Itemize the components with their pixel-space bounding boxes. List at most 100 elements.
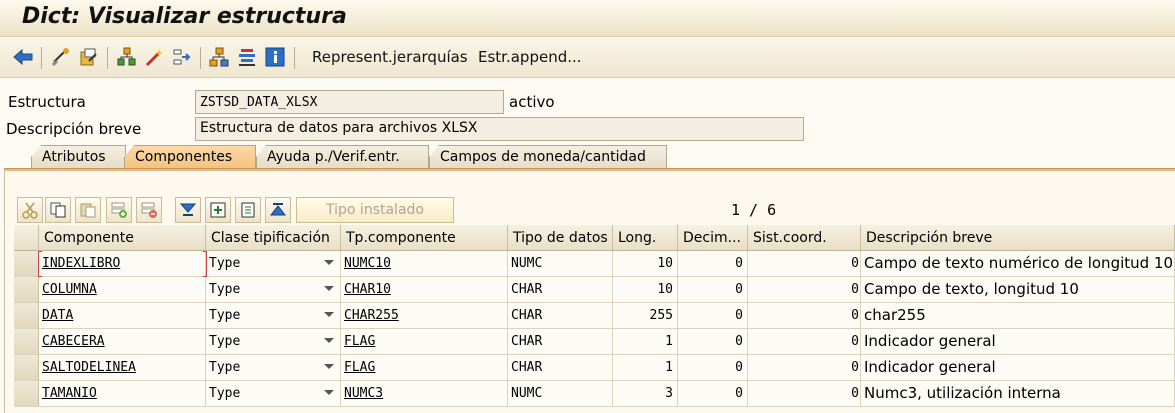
length-cell: 1 [613,329,678,355]
components-table: Componente Clase tipificación Tp.compone… [14,225,1175,413]
tab-components[interactable]: Componentes [124,145,256,169]
data-type-cell: CHAR [508,329,613,355]
column-header[interactable]: Componente [39,225,206,251]
dropdown-arrow-icon[interactable] [324,364,334,369]
info-icon[interactable] [264,46,286,68]
description-cell: char255 [861,303,1175,329]
component-cell[interactable]: CABECERA [39,329,206,355]
tab-attributes[interactable]: Atributos [31,145,126,169]
hierarchy-icon[interactable] [208,46,230,68]
dropdown-arrow-icon[interactable] [324,260,334,265]
details-icon[interactable] [235,197,261,223]
dropdown-arrow-icon[interactable] [324,390,334,395]
component-type-cell[interactable]: NUMC3 [341,381,508,407]
data-type-cell: NUMC [508,381,613,407]
typing-cell[interactable]: Type [206,251,341,277]
typing-cell[interactable]: Type [206,329,341,355]
typing-cell[interactable]: Type [206,355,341,381]
description-cell: Indicador general [861,329,1175,355]
hierarchy-display-button[interactable]: Represent.jerarquías [312,48,468,66]
component-cell[interactable]: COLUMNA [39,277,206,303]
typing-cell[interactable]: Type [206,381,341,407]
toolbar-separator [294,47,295,69]
coord-cell: 0 [748,277,861,303]
row-selector[interactable] [14,355,39,381]
coord-cell: 0 [748,329,861,355]
append-structure-button[interactable]: Estr.append... [478,48,582,66]
navigate-icon[interactable] [171,46,193,68]
component-type-cell[interactable]: CHAR255 [341,303,508,329]
row-selector[interactable] [14,381,39,407]
copy-icon[interactable] [45,197,71,223]
component-type-cell[interactable]: CHAR10 [341,277,508,303]
component-type-cell[interactable]: FLAG [341,329,508,355]
data-type-cell: NUMC [508,251,613,277]
table-row: COLUMNA Type CHAR10 CHAR 10 0 0 Campo de… [14,277,1175,303]
row-selector[interactable] [14,277,39,303]
column-header[interactable]: Tp.componente [341,225,508,251]
structure-name-field[interactable]: ZSTSD_DATA_XLSX [195,90,504,114]
cut-icon[interactable] [17,197,43,223]
component-cell[interactable]: INDEXLIBRO [39,251,206,277]
coord-cell: 0 [748,303,861,329]
where-used-icon[interactable] [115,46,137,68]
built-in-type-button[interactable]: Tipo instalado [296,197,454,223]
paste-icon[interactable] [75,197,101,223]
stack-icon[interactable] [236,46,258,68]
column-header[interactable]: Decim... [678,225,748,251]
typing-cell[interactable]: Type [206,303,341,329]
expand-icon[interactable] [205,197,231,223]
select-all-header[interactable] [14,225,39,251]
coord-cell: 0 [748,251,861,277]
cell-focus-left [38,251,42,277]
description-cell: Numc3, utilización interna [861,381,1175,407]
length-cell: 10 [613,277,678,303]
insert-row-icon[interactable] [106,197,132,223]
row-selector[interactable] [14,251,39,277]
coord-cell: 0 [748,355,861,381]
component-cell[interactable]: TAMANIO [39,381,206,407]
other-object-icon[interactable] [50,46,72,68]
structure-label: Estructura [8,93,86,111]
component-cell[interactable]: SALTODELINEA [39,355,206,381]
activate-icon[interactable] [143,46,165,68]
short-description-field[interactable]: Estructura de datos para archivos XLSX [195,117,804,141]
filter-down-icon[interactable] [175,197,201,223]
page-indicator: 1 / 6 [731,201,777,219]
application-toolbar: Represent.jerarquías Estr.append... [0,38,1175,78]
decimals-cell: 0 [678,277,748,303]
column-header[interactable]: Clase tipificación [206,225,341,251]
typing-cell[interactable]: Type [206,277,341,303]
dropdown-arrow-icon[interactable] [324,286,334,291]
collapse-icon[interactable] [265,197,291,223]
description-cell: Campo de texto, longitud 10 [861,277,1175,303]
length-cell: 3 [613,381,678,407]
length-cell: 10 [613,251,678,277]
column-header[interactable]: Tipo de datos [508,225,613,251]
dropdown-arrow-icon[interactable] [324,312,334,317]
column-header[interactable]: Long. [613,225,678,251]
row-selector[interactable] [14,303,39,329]
delete-row-icon[interactable] [136,197,162,223]
description-cell: Indicador general [861,355,1175,381]
toolbar-separator [200,47,201,69]
tab-currency-quantity[interactable]: Campos de moneda/cantidad [429,145,667,169]
column-header[interactable]: Sist.coord. [748,225,861,251]
length-cell: 1 [613,355,678,381]
component-cell[interactable]: DATA [39,303,206,329]
cell-focus-right [203,251,207,277]
toolbar-separator [107,47,108,69]
dropdown-arrow-icon[interactable] [324,338,334,343]
back-arrow-icon[interactable] [12,46,34,68]
display-change-icon[interactable] [78,46,100,68]
column-header[interactable]: Descripción breve [861,225,1175,251]
table-row: TAMANIO Type NUMC3 NUMC 3 0 0 Numc3, uti… [14,381,1175,407]
coord-cell: 0 [748,381,861,407]
row-selector[interactable] [14,329,39,355]
table-row: INDEXLIBRO Type NUMC10 NUMC 10 0 0 Campo… [14,251,1175,277]
component-type-cell[interactable]: NUMC10 [341,251,508,277]
table-row: SALTODELINEA Type FLAG CHAR 1 0 0 Indica… [14,355,1175,381]
component-type-cell[interactable]: FLAG [341,355,508,381]
window-title: Dict: Visualizar estructura [22,4,347,29]
tab-input-help[interactable]: Ayuda p./Verif.entr. [256,145,429,169]
